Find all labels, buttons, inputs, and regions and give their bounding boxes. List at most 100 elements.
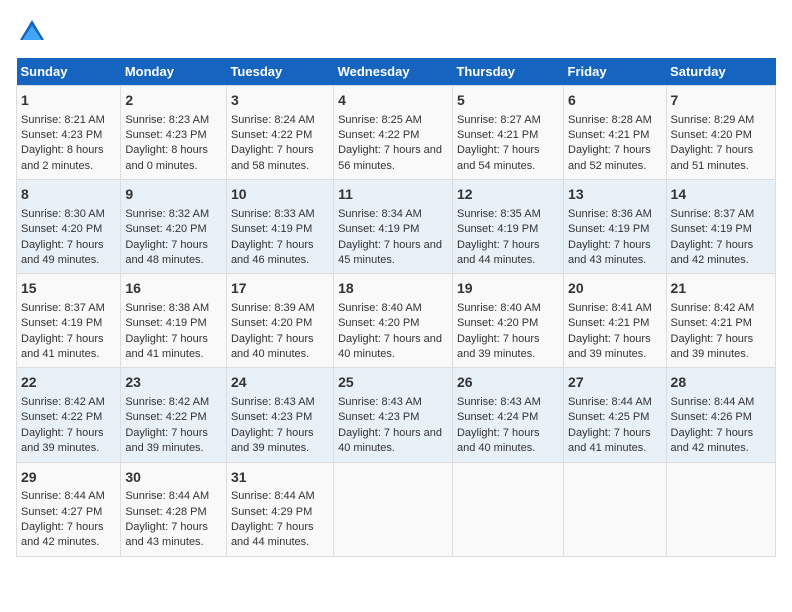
sunset: Sunset: 4:20 PM xyxy=(231,316,329,331)
daylight: Daylight: 7 hours and 44 minutes. xyxy=(457,238,559,269)
daylight: Daylight: 7 hours and 39 minutes. xyxy=(671,332,771,363)
day-number: 8 xyxy=(21,185,116,205)
sunrise: Sunrise: 8:28 AM xyxy=(568,113,662,128)
sunset: Sunset: 4:21 PM xyxy=(568,128,662,143)
calendar-cell: 22Sunrise: 8:42 AMSunset: 4:22 PMDayligh… xyxy=(17,368,121,462)
sunset: Sunset: 4:20 PM xyxy=(125,222,222,237)
sunset: Sunset: 4:20 PM xyxy=(21,222,116,237)
daylight: Daylight: 7 hours and 45 minutes. xyxy=(338,238,448,269)
calendar-cell: 7Sunrise: 8:29 AMSunset: 4:20 PMDaylight… xyxy=(666,86,775,180)
calendar-cell: 27Sunrise: 8:44 AMSunset: 4:25 PMDayligh… xyxy=(564,368,667,462)
day-number: 14 xyxy=(671,185,771,205)
calendar-cell: 31Sunrise: 8:44 AMSunset: 4:29 PMDayligh… xyxy=(226,462,333,556)
day-number: 12 xyxy=(457,185,559,205)
sunset: Sunset: 4:19 PM xyxy=(568,222,662,237)
sunset: Sunset: 4:19 PM xyxy=(457,222,559,237)
calendar-cell: 2Sunrise: 8:23 AMSunset: 4:23 PMDaylight… xyxy=(121,86,227,180)
header-sunday: Sunday xyxy=(17,58,121,86)
daylight: Daylight: 7 hours and 43 minutes. xyxy=(125,520,222,551)
sunrise: Sunrise: 8:44 AM xyxy=(231,489,329,504)
calendar-week-4: 29Sunrise: 8:44 AMSunset: 4:27 PMDayligh… xyxy=(17,462,776,556)
daylight: Daylight: 7 hours and 39 minutes. xyxy=(231,426,329,457)
calendar-cell: 3Sunrise: 8:24 AMSunset: 4:22 PMDaylight… xyxy=(226,86,333,180)
daylight: Daylight: 7 hours and 46 minutes. xyxy=(231,238,329,269)
sunset: Sunset: 4:23 PM xyxy=(21,128,116,143)
header-saturday: Saturday xyxy=(666,58,775,86)
calendar-cell: 9Sunrise: 8:32 AMSunset: 4:20 PMDaylight… xyxy=(121,180,227,274)
daylight: Daylight: 7 hours and 44 minutes. xyxy=(231,520,329,551)
daylight: Daylight: 7 hours and 39 minutes. xyxy=(21,426,116,457)
sunrise: Sunrise: 8:41 AM xyxy=(568,301,662,316)
sunrise: Sunrise: 8:40 AM xyxy=(457,301,559,316)
sunset: Sunset: 4:19 PM xyxy=(21,316,116,331)
sunset: Sunset: 4:29 PM xyxy=(231,505,329,520)
calendar-cell: 21Sunrise: 8:42 AMSunset: 4:21 PMDayligh… xyxy=(666,274,775,368)
day-number: 1 xyxy=(21,91,116,111)
day-number: 3 xyxy=(231,91,329,111)
daylight: Daylight: 7 hours and 40 minutes. xyxy=(231,332,329,363)
calendar-cell: 25Sunrise: 8:43 AMSunset: 4:23 PMDayligh… xyxy=(334,368,453,462)
sunset: Sunset: 4:28 PM xyxy=(125,505,222,520)
day-number: 18 xyxy=(338,279,448,299)
daylight: Daylight: 7 hours and 40 minutes. xyxy=(338,332,448,363)
sunrise: Sunrise: 8:21 AM xyxy=(21,113,116,128)
daylight: Daylight: 7 hours and 42 minutes. xyxy=(21,520,116,551)
calendar-cell: 8 Sunrise: 8:30 AMSunset: 4:20 PMDaylight… xyxy=(17,180,121,274)
sunrise: Sunrise: 8:23 AM xyxy=(125,113,222,128)
day-number: 2 xyxy=(125,91,222,111)
sunset: Sunset: 4:24 PM xyxy=(457,410,559,425)
header-friday: Friday xyxy=(564,58,667,86)
calendar-cell: 6Sunrise: 8:28 AMSunset: 4:21 PMDaylight… xyxy=(564,86,667,180)
sunrise: Sunrise: 8:30 AM xyxy=(21,207,116,222)
calendar-cell: 26Sunrise: 8:43 AMSunset: 4:24 PMDayligh… xyxy=(452,368,563,462)
calendar-cell: 5Sunrise: 8:27 AMSunset: 4:21 PMDaylight… xyxy=(452,86,563,180)
day-number: 25 xyxy=(338,373,448,393)
calendar-cell: 23Sunrise: 8:42 AMSunset: 4:22 PMDayligh… xyxy=(121,368,227,462)
sunrise: Sunrise: 8:44 AM xyxy=(568,395,662,410)
sunset: Sunset: 4:23 PM xyxy=(338,410,448,425)
calendar-cell: 17Sunrise: 8:39 AMSunset: 4:20 PMDayligh… xyxy=(226,274,333,368)
daylight: Daylight: 8 hours and 2 minutes. xyxy=(21,143,116,174)
daylight: Daylight: 7 hours and 41 minutes. xyxy=(21,332,116,363)
logo-icon xyxy=(16,16,48,48)
sunrise: Sunrise: 8:44 AM xyxy=(125,489,222,504)
sunrise: Sunrise: 8:33 AM xyxy=(231,207,329,222)
sunset: Sunset: 4:19 PM xyxy=(338,222,448,237)
sunrise: Sunrise: 8:24 AM xyxy=(231,113,329,128)
day-number: 16 xyxy=(125,279,222,299)
sunrise: Sunrise: 8:44 AM xyxy=(671,395,771,410)
daylight: Daylight: 7 hours and 39 minutes. xyxy=(568,332,662,363)
daylight: Daylight: 7 hours and 48 minutes. xyxy=(125,238,222,269)
sunrise: Sunrise: 8:43 AM xyxy=(457,395,559,410)
day-number: 23 xyxy=(125,373,222,393)
day-number: 9 xyxy=(125,185,222,205)
daylight: Daylight: 7 hours and 49 minutes. xyxy=(21,238,116,269)
sunset: Sunset: 4:21 PM xyxy=(568,316,662,331)
page-header xyxy=(16,16,776,48)
daylight: Daylight: 7 hours and 43 minutes. xyxy=(568,238,662,269)
calendar-cell: 15Sunrise: 8:37 AMSunset: 4:19 PMDayligh… xyxy=(17,274,121,368)
sunrise: Sunrise: 8:34 AM xyxy=(338,207,448,222)
day-number: 24 xyxy=(231,373,329,393)
day-number: 27 xyxy=(568,373,662,393)
sunset: Sunset: 4:19 PM xyxy=(231,222,329,237)
sunrise: Sunrise: 8:37 AM xyxy=(671,207,771,222)
daylight: Daylight: 7 hours and 40 minutes. xyxy=(338,426,448,457)
sunrise: Sunrise: 8:36 AM xyxy=(568,207,662,222)
daylight: Daylight: 7 hours and 52 minutes. xyxy=(568,143,662,174)
calendar-cell: 18Sunrise: 8:40 AMSunset: 4:20 PMDayligh… xyxy=(334,274,453,368)
sunset: Sunset: 4:22 PM xyxy=(21,410,116,425)
header-thursday: Thursday xyxy=(452,58,563,86)
calendar-week-2: 15Sunrise: 8:37 AMSunset: 4:19 PMDayligh… xyxy=(17,274,776,368)
sunrise: Sunrise: 8:44 AM xyxy=(21,489,116,504)
day-number: 26 xyxy=(457,373,559,393)
sunset: Sunset: 4:22 PM xyxy=(338,128,448,143)
daylight: Daylight: 7 hours and 41 minutes. xyxy=(568,426,662,457)
sunset: Sunset: 4:20 PM xyxy=(338,316,448,331)
daylight: Daylight: 7 hours and 39 minutes. xyxy=(125,426,222,457)
sunrise: Sunrise: 8:42 AM xyxy=(671,301,771,316)
calendar-week-0: 1Sunrise: 8:21 AMSunset: 4:23 PMDaylight… xyxy=(17,86,776,180)
daylight: Daylight: 7 hours and 51 minutes. xyxy=(671,143,771,174)
daylight: Daylight: 7 hours and 56 minutes. xyxy=(338,143,448,174)
daylight: Daylight: 7 hours and 42 minutes. xyxy=(671,238,771,269)
